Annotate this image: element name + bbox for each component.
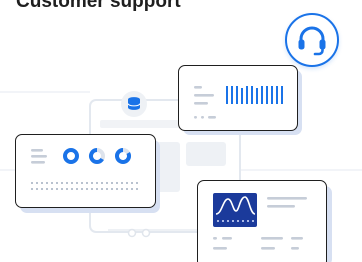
dot-rows <box>31 182 138 190</box>
analytics-graphic <box>213 193 307 250</box>
activity-card <box>178 65 298 131</box>
illustration: Customer support <box>0 0 362 262</box>
donut-chart-2 <box>89 148 105 164</box>
donut-chart-1 <box>63 148 79 164</box>
database-icon <box>121 91 147 117</box>
analytics-card <box>197 180 327 262</box>
stats-graphic <box>31 148 138 190</box>
stats-card <box>15 134 156 208</box>
bar-series <box>226 86 283 104</box>
donut-chart-3 <box>115 148 131 164</box>
headset-icon <box>298 26 326 56</box>
activity-graphic <box>194 86 283 119</box>
support-badge <box>285 13 339 67</box>
